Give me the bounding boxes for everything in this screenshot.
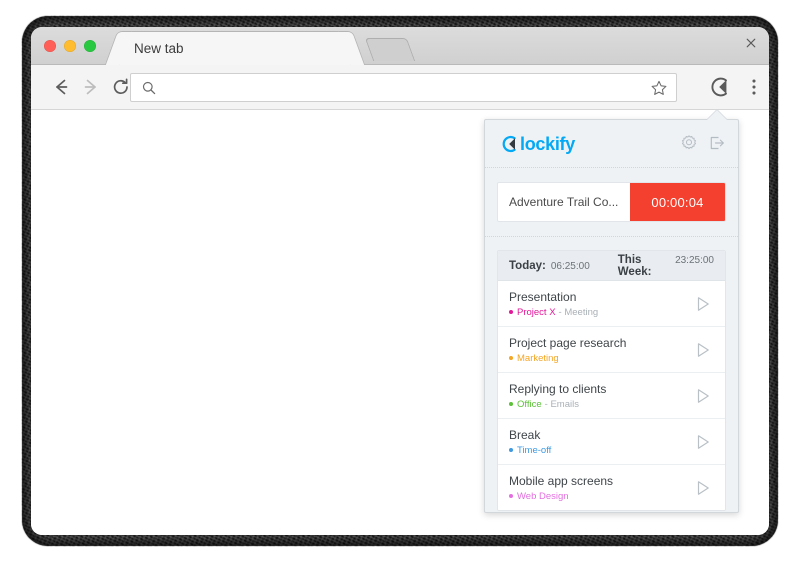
time-entry-row[interactable]: Mobile app screens Web Design	[498, 465, 725, 510]
project-name: Marketing	[517, 352, 559, 364]
three-dot-menu-icon[interactable]	[743, 75, 765, 99]
tab-strip: New tab	[31, 27, 769, 65]
time-entry-texts: Mobile app screens Web Design	[509, 474, 692, 502]
page-content: lockify Adventure Trail Co... 00:00:04 T…	[31, 110, 769, 535]
search-icon	[141, 80, 157, 96]
project-name: Web Design	[517, 490, 569, 502]
gear-icon[interactable]	[680, 134, 698, 152]
arrow-forward-icon	[80, 76, 102, 98]
play-icon[interactable]	[692, 385, 714, 407]
address-input[interactable]	[157, 74, 650, 101]
time-entry-meta: Marketing	[509, 353, 692, 364]
play-icon[interactable]	[692, 431, 714, 453]
clockify-clock-icon	[499, 134, 519, 154]
week-total: This Week: 23:25:00	[618, 254, 714, 278]
time-entry-title: Mobile app screens	[509, 473, 614, 488]
project-name: Office	[517, 398, 542, 410]
project-color-dot	[509, 402, 513, 406]
time-entry-title: Presentation	[509, 289, 577, 304]
time-entry-texts: Project page research Marketing	[509, 336, 692, 364]
stop-timer-button[interactable]: 00:00:04	[630, 183, 725, 221]
clockify-logo: lockify	[499, 134, 575, 154]
week-value: 23:25:00	[675, 254, 714, 266]
time-entry-texts: Presentation Project X- Meeting	[509, 290, 692, 318]
play-icon[interactable]	[692, 293, 714, 315]
popup-divider	[485, 236, 738, 237]
tab-title: New tab	[134, 41, 184, 56]
arrow-back-icon[interactable]	[50, 76, 72, 98]
time-entry-texts: Break Time-off	[509, 428, 692, 456]
time-entry-meta: Office - Emails	[509, 399, 692, 410]
close-window-button[interactable]	[44, 40, 56, 52]
project-color-dot	[509, 356, 513, 360]
project-color-dot	[509, 448, 513, 452]
browser-toolbar	[31, 65, 769, 110]
popup-pointer	[707, 110, 727, 120]
clockify-extension-popup: lockify Adventure Trail Co... 00:00:04 T…	[484, 110, 739, 513]
today-total: Today: 06:25:00	[509, 260, 590, 272]
active-timer-bar: Adventure Trail Co... 00:00:04	[497, 182, 726, 222]
star-icon[interactable]	[650, 79, 668, 97]
reload-icon[interactable]	[110, 76, 132, 98]
time-entry-meta: Web Design	[509, 491, 692, 502]
maximize-window-button[interactable]	[84, 40, 96, 52]
screenshot-stage: New tab lockify Adventure Trail Co... 00…	[0, 0, 800, 561]
task-name: - Emails	[544, 398, 579, 410]
window-controls	[44, 40, 96, 52]
time-entry-row[interactable]: Project page research Marketing	[498, 327, 725, 373]
browser-tab[interactable]: New tab	[119, 31, 351, 65]
time-entry-title: Break	[509, 427, 541, 442]
project-color-dot	[509, 494, 513, 498]
clockify-wordmark: lockify	[520, 133, 575, 154]
today-value: 06:25:00	[550, 260, 590, 272]
time-entry-texts: Replying to clients Office - Emails	[509, 382, 692, 410]
time-entry-title: Project page research	[509, 335, 627, 350]
minimize-window-button[interactable]	[64, 40, 76, 52]
new-tab-icon[interactable]	[364, 38, 416, 61]
task-name: - Meeting	[558, 306, 599, 318]
address-bar[interactable]	[130, 73, 677, 102]
time-entry-title: Replying to clients	[509, 381, 607, 396]
project-color-dot	[509, 310, 513, 314]
play-icon[interactable]	[692, 477, 714, 499]
time-entry-meta: Time-off	[509, 445, 692, 456]
logout-icon[interactable]	[708, 134, 726, 152]
project-name: Time-off	[517, 444, 552, 456]
project-name: Project X	[517, 306, 556, 318]
play-icon[interactable]	[692, 339, 714, 361]
time-entry-row[interactable]: Replying to clients Office - Emails	[498, 373, 725, 419]
close-icon[interactable]	[743, 35, 759, 51]
week-label: This Week:	[617, 253, 652, 278]
time-entry-list: Presentation Project X- Meeting Project pa…	[498, 281, 725, 510]
popup-header-actions	[680, 134, 726, 152]
timer-description-input[interactable]: Adventure Trail Co...	[498, 183, 630, 221]
today-label: Today:	[509, 259, 546, 272]
clockify-clock-icon[interactable]	[707, 75, 731, 99]
time-entries-card: Today: 06:25:00 This Week: 23:25:00 Pres…	[497, 250, 726, 511]
browser-window: New tab lockify Adventure Trail Co... 00…	[31, 27, 769, 535]
popup-header: lockify	[485, 120, 738, 168]
time-entry-meta: Project X- Meeting	[509, 307, 692, 318]
totals-row: Today: 06:25:00 This Week: 23:25:00	[498, 251, 725, 281]
time-entry-row[interactable]: Break Time-off	[498, 419, 725, 465]
time-entry-row[interactable]: Presentation Project X- Meeting	[498, 281, 725, 327]
